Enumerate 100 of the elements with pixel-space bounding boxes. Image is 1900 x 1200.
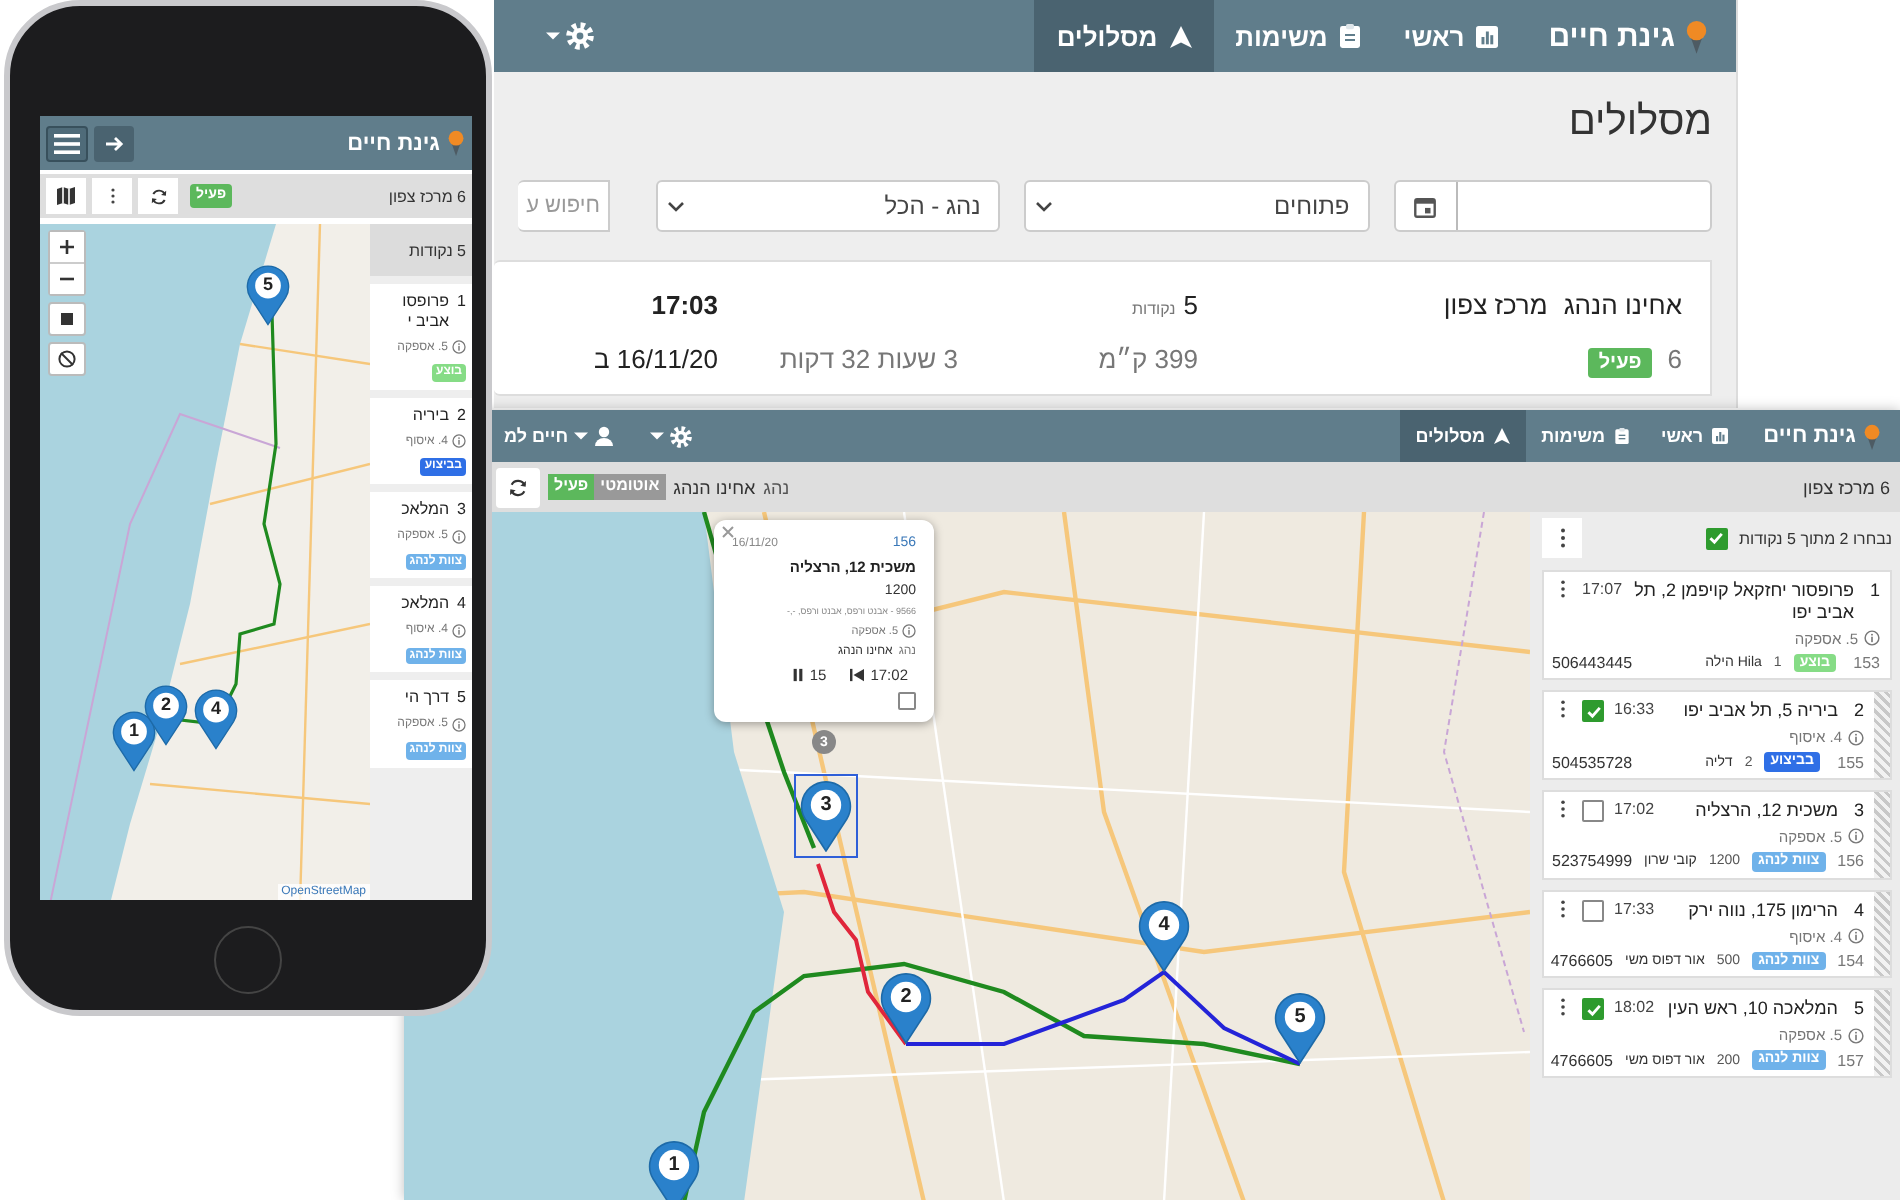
zoom-in-button[interactable] — [50, 232, 84, 262]
stop-id: 155 — [1835, 753, 1864, 772]
calendar-icon — [1414, 195, 1437, 217]
more-icon — [1559, 700, 1565, 719]
route-date: 16/11/20 ב — [594, 344, 718, 374]
nav-link[interactable]: ראשי — [1381, 0, 1521, 72]
nav-link[interactable]: ראשי — [1645, 410, 1744, 462]
stop-address: אביב י — [405, 311, 450, 331]
checkbox[interactable] — [1582, 899, 1604, 922]
navigation-arrow-icon — [1169, 25, 1192, 47]
map-view-button[interactable] — [46, 178, 86, 214]
map-pin[interactable]: 2 — [144, 684, 188, 746]
check-icon — [1708, 530, 1724, 546]
page-title: מסלולים — [1568, 100, 1712, 148]
stop-address: המלאכ — [401, 594, 450, 614]
stop-address: משכית 12, הרצליה — [1693, 799, 1838, 822]
map-pin[interactable]: 5 — [246, 264, 290, 326]
stop-number: 5 — [457, 688, 466, 708]
info-icon — [1848, 828, 1864, 845]
map-pin[interactable]: 2 — [880, 972, 932, 1044]
route-name: מרכז צפון — [1443, 290, 1548, 320]
info-icon — [1848, 928, 1864, 945]
brand-name[interactable]: גינת חיים — [347, 131, 440, 155]
mode-badge: אוטומטי — [594, 474, 666, 500]
more-icon — [109, 188, 115, 204]
checkbox[interactable] — [1582, 700, 1604, 723]
info-icon — [452, 434, 466, 449]
map-pin[interactable]: 1 — [112, 710, 156, 772]
status-badge: פעיל — [1588, 348, 1652, 378]
stop-id: 157 — [1837, 1051, 1864, 1070]
nav-link[interactable]: משימות — [1213, 0, 1382, 72]
check-icon — [1585, 1001, 1601, 1018]
location-button[interactable] — [48, 342, 86, 376]
dropdown[interactable]: פתוחים — [1024, 180, 1370, 232]
checkbox[interactable] — [898, 692, 916, 710]
map-pin[interactable]: 4 — [194, 688, 238, 750]
brand-name[interactable]: גינת חיים — [1548, 19, 1675, 53]
route-duration: 3 שעות 32 דקות — [779, 344, 958, 374]
stop-number: 4 — [1851, 899, 1864, 920]
close-button[interactable] — [720, 524, 736, 540]
stop-time: 16:33 — [1614, 700, 1655, 719]
nav-link[interactable]: מסלולים — [1034, 0, 1214, 72]
zoom-out-button[interactable] — [50, 264, 84, 294]
chevron-down-icon — [1036, 201, 1053, 211]
stop-number: 1 — [1867, 580, 1880, 600]
nav-link[interactable]: מסלולים — [1399, 410, 1526, 462]
stop-id: 153 — [1851, 653, 1880, 672]
map-pin[interactable]: 1 — [648, 1140, 700, 1200]
route-number: 6 — [1667, 344, 1682, 374]
map-pin[interactable]: 5 — [1274, 992, 1326, 1064]
stop-address: דרך הי — [404, 688, 450, 708]
search-field[interactable]: חיפוש ע — [518, 180, 610, 232]
checkbox[interactable] — [1582, 998, 1604, 1021]
stop-time: 17:33 — [1614, 899, 1655, 918]
stop-number: 5 — [1851, 998, 1864, 1019]
settings-icon — [670, 425, 693, 447]
check-icon — [1585, 703, 1601, 720]
menu-button[interactable] — [46, 125, 88, 161]
stop-address: פרופסו — [402, 292, 450, 312]
phone-number: 4766605 — [1550, 1051, 1614, 1070]
stop-address: הרימון 175, נווה ירק — [1686, 899, 1838, 921]
skip-back-icon — [850, 668, 865, 682]
route-name: 6 מרכז צפון — [388, 187, 466, 205]
stop-id: 154 — [1837, 952, 1864, 970]
more-icon — [1559, 580, 1565, 598]
phone-number: 506443445 — [1552, 653, 1633, 672]
phone-number: 504535728 — [1552, 753, 1633, 772]
stop-id: 156 — [1837, 852, 1864, 871]
close-icon — [722, 526, 734, 538]
arrow-right-icon — [105, 135, 123, 151]
map-pin-icon — [1686, 19, 1708, 53]
info-icon — [452, 529, 466, 544]
selection-summary: נבחרו 2 מתוך 5 נקודות — [1739, 529, 1892, 547]
info-icon — [1864, 630, 1880, 647]
caret-icon — [546, 32, 560, 40]
map-pin[interactable]: 4 — [1138, 900, 1190, 972]
list-header: 5 נקודות — [370, 224, 472, 276]
stop-time: 17:02 — [1614, 799, 1655, 818]
stop-time: 17:07 — [1582, 580, 1623, 598]
nav-link[interactable]: משימות — [1525, 410, 1646, 462]
settings-icon — [566, 22, 594, 50]
chevron-down-icon — [668, 201, 684, 211]
user-menu[interactable]: חיים למ — [496, 410, 643, 462]
dropdown[interactable]: נהג - הכל — [656, 180, 1001, 232]
navigation-arrow-icon — [1493, 428, 1510, 444]
brand-name[interactable]: גינת חיים — [1763, 424, 1856, 448]
date-field[interactable] — [1393, 180, 1712, 232]
refresh-button[interactable] — [496, 467, 540, 507]
map-pin[interactable]: 3 — [800, 780, 852, 852]
checkbox[interactable] — [1582, 799, 1604, 822]
refresh-button[interactable] — [138, 178, 178, 214]
status-badge: פעיל — [548, 474, 595, 500]
stop-number: 2 — [1851, 700, 1864, 721]
back-button[interactable] — [94, 125, 134, 161]
info-icon — [1848, 729, 1864, 746]
map-pin-icon — [1863, 423, 1880, 449]
chart-icon — [1476, 25, 1499, 47]
more-icon — [1559, 899, 1565, 918]
stop-button[interactable] — [48, 302, 86, 336]
checkbox[interactable] — [1705, 527, 1727, 549]
